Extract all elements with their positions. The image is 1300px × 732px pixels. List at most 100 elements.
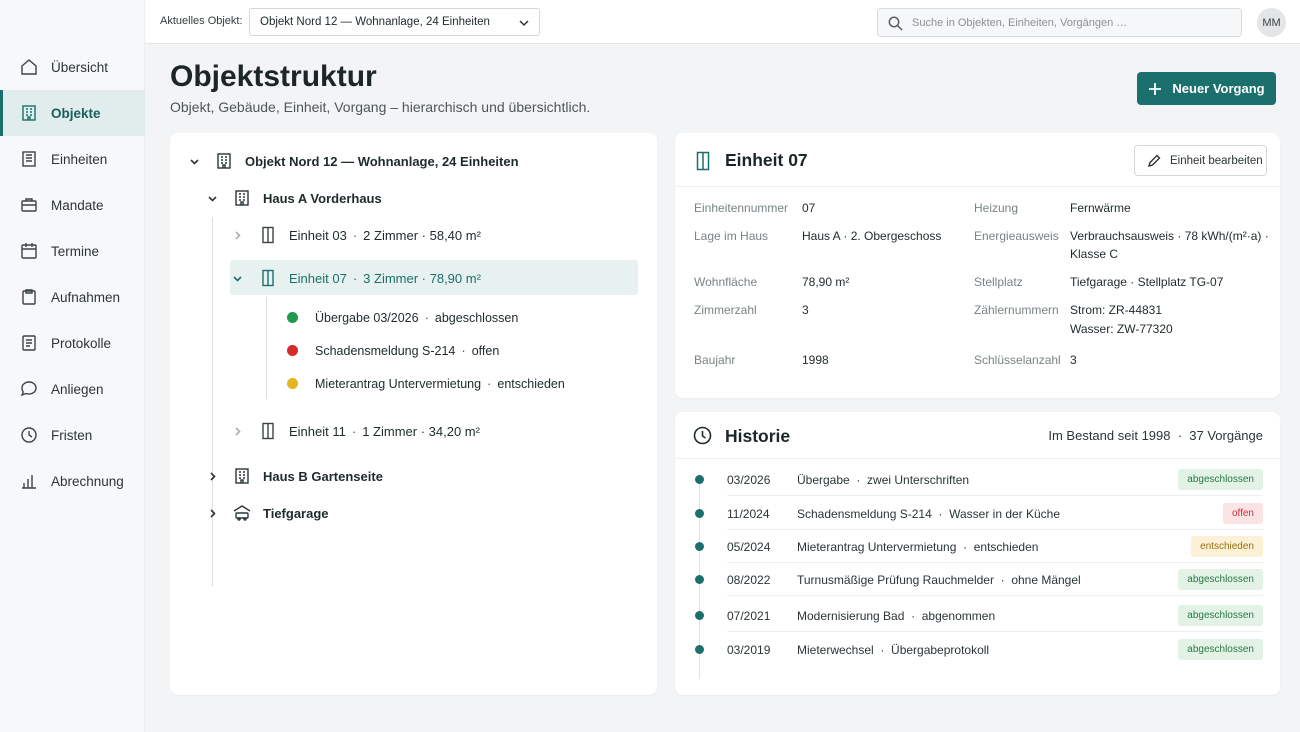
document-icon [22,335,36,351]
timeline-dot [695,611,704,620]
home-icon [21,59,37,75]
edit-unit-button[interactable]: Einheit bearbeiten [1134,145,1267,176]
avatar[interactable]: MM [1257,8,1286,37]
chevron-down-icon [519,20,529,27]
status-badge: abgeschlossen [1178,469,1263,490]
field-label: Energieausweis [974,229,1059,243]
door-icon [262,226,274,244]
field-value: Wasser: ZW-77320 [1070,322,1173,336]
history-text: Mieterantrag Untervermietung · entschied… [797,540,1039,554]
building-icon [235,468,249,484]
field-value: 1998 [802,353,829,367]
history-row[interactable]: 05/2024 Mieterantrag Untervermietung · en… [675,529,1280,563]
chevron-right-icon[interactable] [207,508,218,519]
tree-node-unit-07[interactable]: Einheit 07 · 3 Zimmer · 78,90 m² [232,269,481,287]
tree-node-label: Einheit 03 [289,227,347,243]
chevron-down-icon[interactable] [207,193,218,204]
separator-dot: · [461,343,466,358]
chevron-down-icon[interactable] [232,273,243,284]
object-selector-label: Aktuelles Objekt: [160,15,243,27]
history-date: 08/2022 [727,573,771,587]
field-value: Tiefgarage · Stellplatz TG-07 [1070,275,1224,289]
history-text: Turnusmäßige Prüfung Rauchmelder · ohne … [797,573,1081,587]
separator-dot: · [351,423,357,439]
tree-guide-line [212,217,213,587]
separator-dot: · [487,376,492,391]
timeline-dot [695,509,704,518]
building-icon [235,190,249,206]
sidebar-item-mandate[interactable]: Mandate [0,182,145,228]
tree-node-unit-11[interactable]: Einheit 11 · 1 Zimmer · 34,20 m² [232,422,480,440]
sidebar-item-label: Abrechnung [51,473,124,489]
divider [675,458,1280,459]
tree-case-uebergabe[interactable]: Übergabe 03/2026 · abgeschlossen [287,310,518,325]
tree-case-schadensmeldung[interactable]: Schadensmeldung S-214 · offen [287,343,499,358]
history-date: 05/2024 [727,540,771,554]
chevron-right-icon[interactable] [232,230,243,241]
field-label: Stellplatz [974,275,1023,289]
separator-dot: · [424,310,429,325]
sidebar-item-uebersicht[interactable]: Übersicht [0,44,145,90]
tree-node-unit-03[interactable]: Einheit 03 · 2 Zimmer · 58,40 m² [232,226,481,244]
field-value: 07 [802,201,816,215]
timeline-dot [695,475,704,484]
history-row[interactable]: 08/2022 Turnusmäßige Prüfung Rauchmelder … [675,562,1280,596]
timeline-dot [695,542,704,551]
history-row[interactable]: 07/2021 Modernisierung Bad · abgenommen ab… [675,598,1280,632]
tree-node-haus-b[interactable]: Haus B Gartenseite [207,467,383,485]
tree-node-garage[interactable]: Tiefgarage [207,504,329,522]
field-label: Schlüsselanzahl [974,353,1061,367]
unit-title: Einheit 07 [725,150,808,170]
field-label: Einheitennummer [694,201,789,215]
divider [675,186,1280,187]
field-value: 3 [1070,353,1077,367]
status-badge: entschieden [1191,536,1263,557]
case-status: abgeschlossen [434,310,519,325]
history-row[interactable]: 03/2026 Übergabe · zwei Unterschriften abg… [675,462,1280,496]
sidebar-item-anliegen[interactable]: Anliegen [0,366,145,412]
row-divider [727,595,1263,596]
sidebar-item-protokolle[interactable]: Protokolle [0,320,145,366]
history-date: 11/2024 [727,507,770,521]
sidebar-item-abrechnung[interactable]: Abrechnung [0,458,145,504]
tree-case-mieterantrag[interactable]: Mieterantrag Untervermietung · entschied… [287,376,565,391]
field-label: Zählernummern [974,303,1059,317]
tree-node-details: 3 Zimmer · 78,90 m² [363,270,481,286]
status-badge: abgeschlossen [1178,569,1263,590]
chevron-right-icon[interactable] [207,471,218,482]
field-value: Haus A · 2. Obergeschoss [802,229,942,243]
unit-detail-panel: Einheit 07 Einheit bearbeiten Einheitenn… [675,133,1280,398]
sidebar-item-aufnahmen[interactable]: Aufnahmen [0,274,145,320]
tree-node-details: 1 Zimmer · 34,20 m² [362,423,480,439]
sidebar-item-einheiten[interactable]: Einheiten [0,136,145,182]
tree-node-object[interactable]: Objekt Nord 12 — Wohnanlage, 24 Einheite… [189,152,519,170]
object-selector[interactable]: Objekt Nord 12 — Wohnanlage, 24 Einheite… [249,8,540,36]
clipboard-icon [22,289,36,305]
pencil-icon [1147,154,1161,167]
chevron-down-icon[interactable] [189,156,200,167]
page-title: Objektstruktur [170,60,377,93]
tree-node-label: Haus B Gartenseite [263,468,383,484]
search-input[interactable]: Suche in Objekten, Einheiten, Vorgängen … [877,8,1242,37]
sidebar-item-termine[interactable]: Termine [0,228,145,274]
chevron-right-icon[interactable] [232,426,243,437]
sidebar-item-objekte[interactable]: Objekte [0,90,145,136]
new-case-button[interactable]: Neuer Vorgang [1137,72,1276,105]
tree-node-haus-a[interactable]: Haus A Vorderhaus [207,189,382,207]
case-title: Übergabe 03/2026 [315,310,419,325]
building-icon [22,105,36,121]
sidebar-item-label: Mandate [51,197,104,213]
status-dot [287,312,298,323]
history-date: 03/2019 [727,643,771,657]
door-icon [696,151,710,171]
field-value: Klasse C [1070,247,1119,261]
sidebar-item-fristen[interactable]: Fristen [0,412,145,458]
case-title: Mieterantrag Untervermietung [315,376,482,391]
tree-node-label: Einheit 07 [289,270,347,286]
status-dot [287,345,298,356]
sidebar-item-label: Übersicht [51,59,109,75]
history-row[interactable]: 03/2019 Mieterwechsel · Übergabeprotokoll… [675,632,1280,666]
page-subtitle: Objekt, Gebäude, Einheit, Vorgang – hier… [170,99,591,115]
history-summary: Im Bestand seit 1998 · 37 Vorgänge [1048,428,1263,443]
history-row[interactable]: 11/2024 Schadensmeldung S-214 · Wasser in… [675,496,1280,530]
